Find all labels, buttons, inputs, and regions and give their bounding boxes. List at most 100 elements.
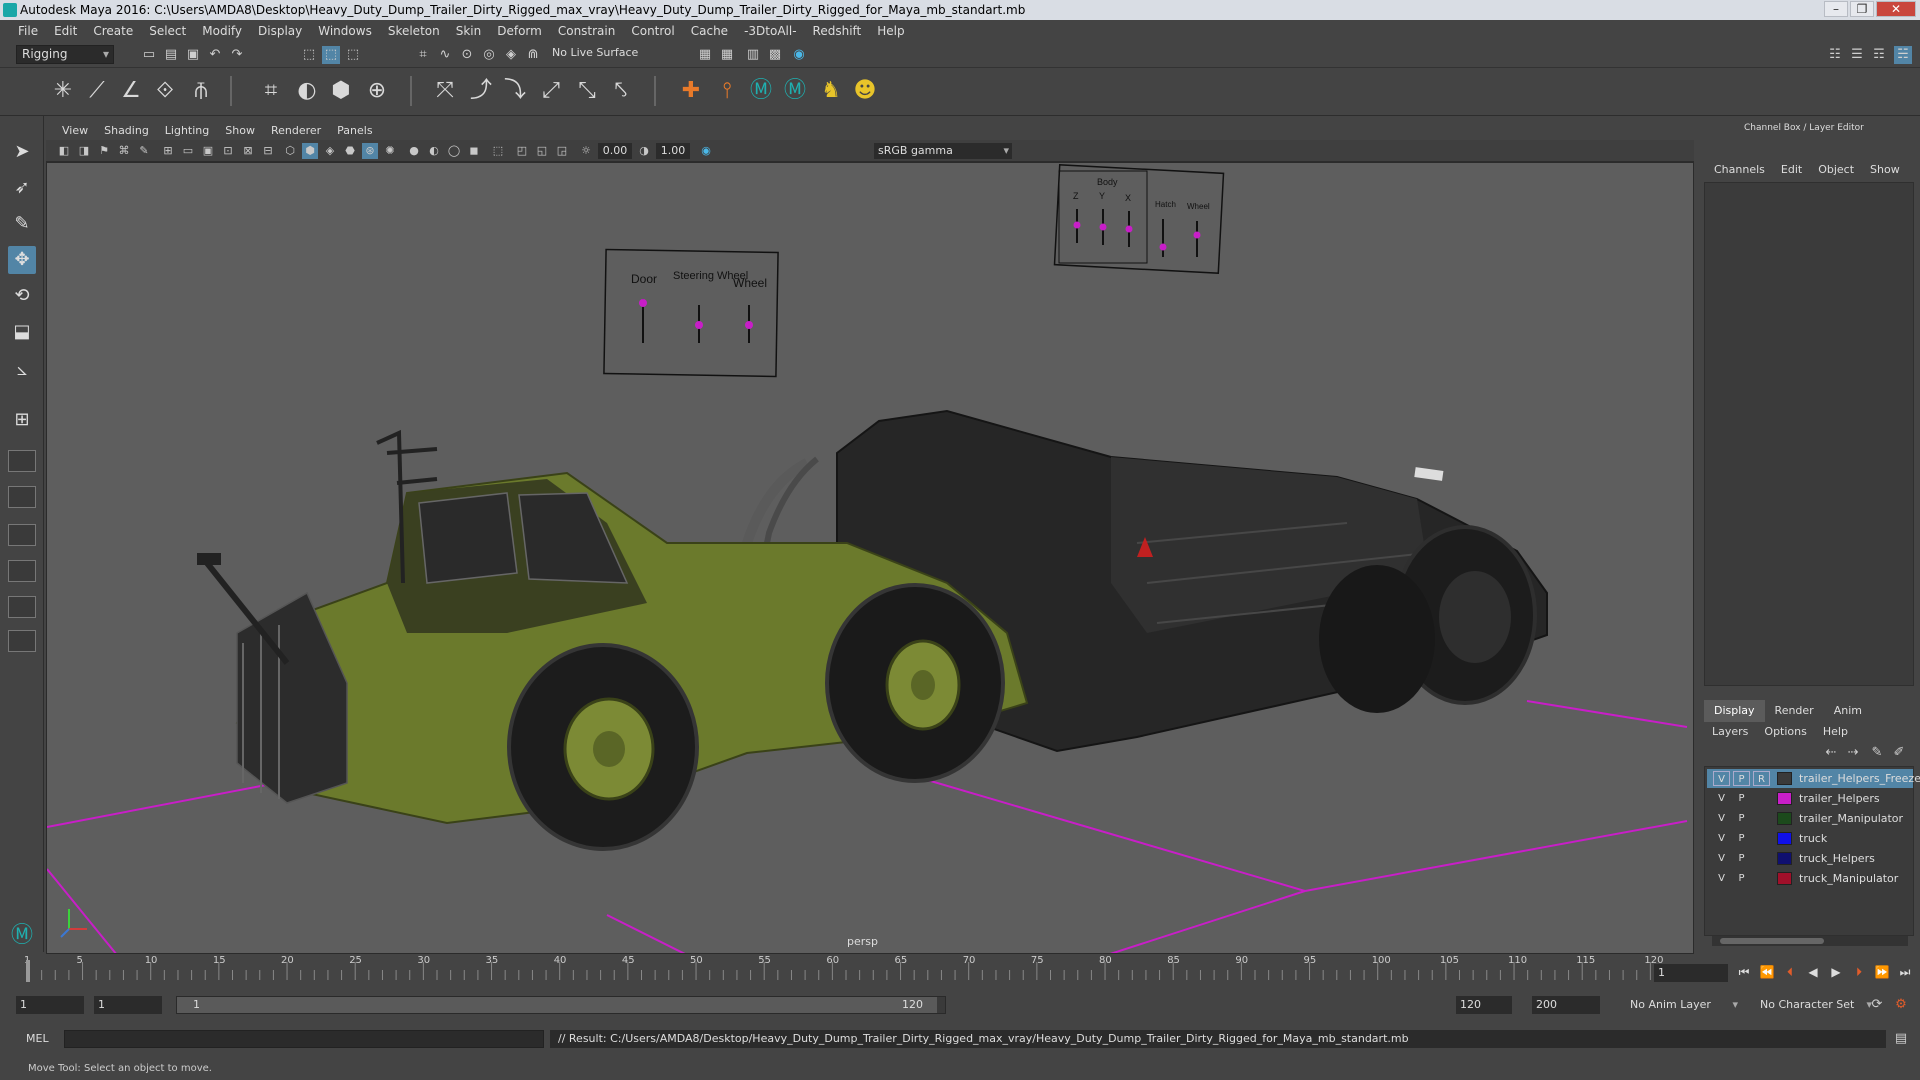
select-tool-icon[interactable]: ➤	[8, 138, 36, 166]
motion-blur-icon[interactable]: ◐	[426, 143, 442, 159]
step-back-frame-icon[interactable]: ⏴	[1780, 962, 1800, 982]
ik-handle-icon[interactable]: ⟋	[82, 76, 112, 106]
panel-menu-lighting[interactable]: Lighting	[157, 124, 217, 137]
menu-deform[interactable]: Deform	[489, 24, 550, 38]
ambient-occlusion-icon[interactable]: ●	[406, 143, 422, 159]
menu-display[interactable]: Display	[250, 24, 310, 38]
layer-color-swatch[interactable]	[1777, 772, 1792, 785]
grease-pencil-icon[interactable]: ✎	[136, 143, 152, 159]
play-backwards-icon[interactable]: ◀	[1803, 962, 1823, 982]
xray-components-icon[interactable]: ◲	[554, 143, 570, 159]
anim-start-field[interactable]: 1	[94, 996, 162, 1014]
snap-view-icon[interactable]: ◎	[480, 46, 498, 64]
textured-icon[interactable]: ⬣	[342, 143, 358, 159]
ipr-render-icon[interactable]: ▦	[718, 46, 736, 64]
channel-box-toggle-icon[interactable]: ☵	[1894, 46, 1912, 64]
show-manipulator-icon[interactable]: ⊞	[8, 406, 36, 434]
layer-name[interactable]: trailer_Helpers	[1799, 792, 1880, 805]
command-language-toggle[interactable]: MEL	[16, 1030, 60, 1048]
layer-color-swatch[interactable]	[1777, 872, 1792, 885]
layout-graph-icon[interactable]	[8, 560, 36, 582]
character-set-dropdown[interactable]: No Character Set	[1756, 996, 1876, 1014]
tab-display[interactable]: Display	[1704, 700, 1765, 722]
exposure-icon[interactable]: ☼	[578, 143, 594, 159]
step-forward-key-icon[interactable]: ⏩	[1872, 962, 1892, 982]
go-to-end-icon[interactable]: ⏭	[1895, 962, 1915, 982]
menu-3dtoall[interactable]: -3DtoAll-	[736, 24, 804, 38]
maximize-icon[interactable]: ❐	[1850, 1, 1874, 17]
exposure-field[interactable]: 0.00	[598, 143, 632, 159]
render-settings-icon[interactable]: ▥	[744, 46, 762, 64]
layer-row[interactable]: V P truck_Helpers	[1707, 849, 1913, 868]
constraint-pole-icon[interactable]: ⤣	[606, 76, 636, 106]
gamma-field[interactable]: 1.00	[656, 143, 690, 159]
hypershade-icon[interactable]: ▩	[766, 46, 784, 64]
shadows-icon[interactable]: ✺	[382, 143, 398, 159]
more-layouts-icon[interactable]	[8, 636, 36, 664]
select-hierarchy-icon[interactable]: ⬚	[300, 46, 318, 64]
maya-m-icon[interactable]: Ⓜ	[746, 76, 776, 106]
rotate-tool-icon[interactable]: ⟲	[8, 282, 36, 310]
render-frame-icon[interactable]: ▦	[696, 46, 714, 64]
lasso-tool-icon[interactable]: ➶	[8, 174, 36, 202]
menu-edit[interactable]: Edit	[46, 24, 85, 38]
new-layer-icon[interactable]: ✎	[1868, 744, 1886, 762]
wireframe-on-shaded-icon[interactable]: ◈	[322, 143, 338, 159]
lights-icon[interactable]: ⊛	[362, 143, 378, 159]
anti-alias-icon[interactable]: ◯	[446, 143, 462, 159]
layer-name[interactable]: trailer_Helpers_Freeze	[1799, 772, 1920, 785]
menu-file[interactable]: File	[10, 24, 46, 38]
cluster-icon[interactable]: ⊕	[362, 76, 392, 106]
layer-visibility-toggle[interactable]: V	[1713, 791, 1730, 806]
menu-cache[interactable]: Cache	[683, 24, 736, 38]
paint-weights-icon[interactable]: ◐	[292, 76, 322, 106]
gamma-icon[interactable]: ◑	[636, 143, 652, 159]
menu-windows[interactable]: Windows	[310, 24, 380, 38]
move-tool-icon[interactable]: ✥	[8, 246, 36, 274]
locator-icon[interactable]: ✚	[676, 76, 706, 106]
gate-mask-icon[interactable]: ⊡	[220, 143, 236, 159]
range-end-field[interactable]: 120	[1456, 996, 1512, 1014]
joint-tool-icon[interactable]: ✳	[48, 76, 78, 106]
lattice-icon[interactable]: ⬢	[326, 76, 356, 106]
layer-color-swatch[interactable]	[1777, 792, 1792, 805]
layer-playback-toggle[interactable]: P	[1733, 831, 1750, 846]
layer-reference-toggle[interactable]: R	[1753, 771, 1770, 786]
step-back-key-icon[interactable]: ⏪	[1757, 962, 1777, 982]
show-menu[interactable]: Show	[1862, 160, 1908, 180]
layer-row[interactable]: V P truck	[1707, 829, 1913, 848]
layout-four-icon[interactable]	[8, 486, 36, 508]
tool-settings-icon[interactable]: ☶	[1870, 46, 1888, 64]
scrollbar-thumb[interactable]	[1720, 938, 1824, 944]
range-slider[interactable]: 1 120	[176, 996, 946, 1014]
safe-action-icon[interactable]: ⊟	[260, 143, 276, 159]
layer-visibility-toggle[interactable]: V	[1713, 871, 1730, 886]
character-icon[interactable]: ♞	[816, 76, 846, 106]
layer-row[interactable]: V P trailer_Helpers	[1707, 789, 1913, 808]
time-slider[interactable]: 1510152025303540455055606570758085909510…	[24, 954, 1696, 988]
layer-color-swatch[interactable]	[1777, 812, 1792, 825]
layer-playback-toggle[interactable]: P	[1733, 871, 1750, 886]
panel-menu-view[interactable]: View	[54, 124, 96, 137]
layer-name[interactable]: trailer_Manipulator	[1799, 812, 1903, 825]
channel-box-area[interactable]	[1704, 182, 1914, 686]
camera-attr-icon[interactable]: ◨	[76, 143, 92, 159]
layer-row[interactable]: V P trailer_Manipulator	[1707, 809, 1913, 828]
layout-outliner-icon[interactable]	[8, 524, 36, 546]
magnet-icon[interactable]: ⋒	[524, 46, 542, 64]
snap-curve-icon[interactable]: ∿	[436, 46, 454, 64]
constraint-orient-icon[interactable]: ⤵	[500, 76, 530, 106]
time-slider-ruler[interactable]: 1510152025303540455055606570758085909510…	[24, 954, 1664, 988]
snap-grid-icon[interactable]: ⌗	[414, 46, 432, 64]
panel-menu-show[interactable]: Show	[217, 124, 263, 137]
mirror-joint-icon[interactable]: ⟐	[150, 76, 180, 106]
depth-of-field-icon[interactable]: ◼	[466, 143, 482, 159]
layer-list-scrollbar[interactable]	[1712, 936, 1908, 946]
modeling-toolkit-icon[interactable]: ☷	[1826, 46, 1844, 64]
orient-joint-icon[interactable]: ⫚	[186, 76, 216, 106]
xray-joints-icon[interactable]: ◱	[534, 143, 550, 159]
undo-icon[interactable]: ↶	[206, 46, 224, 64]
hik-icon[interactable]: ☻	[850, 76, 880, 106]
snap-surface-icon[interactable]: ◈	[502, 46, 520, 64]
layer-row[interactable]: V P R trailer_Helpers_Freeze	[1707, 769, 1920, 788]
